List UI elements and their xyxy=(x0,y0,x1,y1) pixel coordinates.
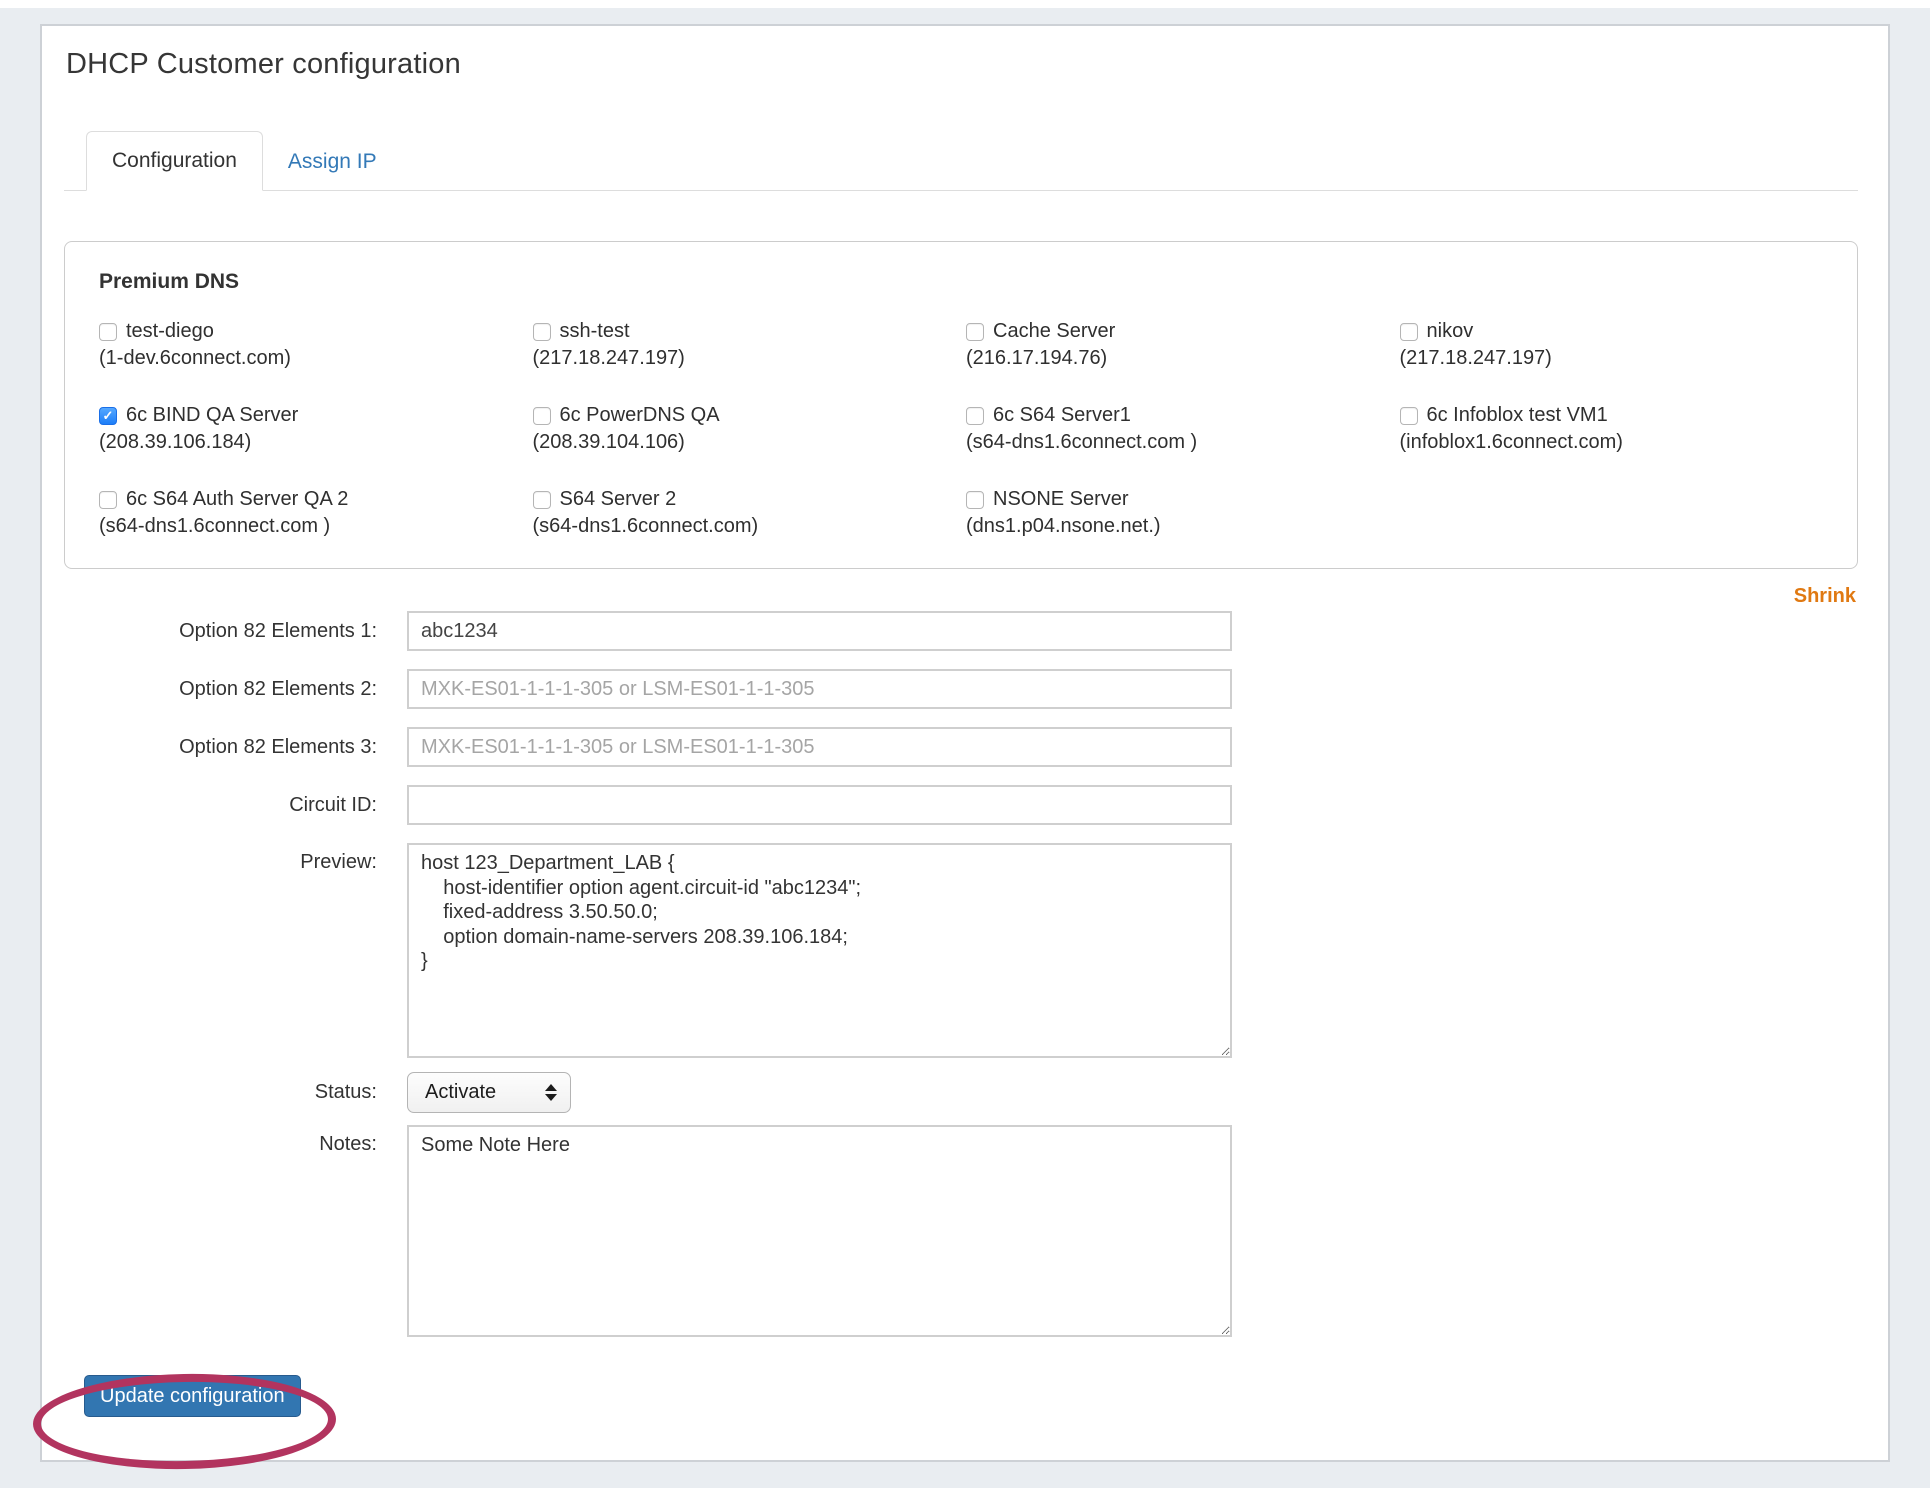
dns-server-option: 6c PowerDNS QA (208.39.104.106) xyxy=(533,404,957,454)
dns-server-name: 6c S64 Auth Server QA 2 xyxy=(126,488,348,511)
checkbox-unchecked-icon[interactable] xyxy=(1400,407,1418,425)
tab-configuration[interactable]: Configuration xyxy=(86,131,263,191)
premium-dns-heading: Premium DNS xyxy=(99,270,1823,294)
dns-server-name: ssh-test xyxy=(560,320,630,343)
dns-server-option: ✓ 6c BIND QA Server (208.39.106.184) xyxy=(99,404,523,454)
premium-dns-grid: test-diego (1-dev.6connect.com) ssh-test (2… xyxy=(99,320,1823,538)
dns-server-checkbox-row[interactable]: nikov xyxy=(1400,320,1824,343)
dns-server-option: NSONE Server (dns1.p04.nsone.net.) xyxy=(966,488,1390,538)
dns-server-option: S64 Server 2 (s64-dns1.6connect.com) xyxy=(533,488,957,538)
dns-server-name: nikov xyxy=(1427,320,1474,343)
dns-server-checkbox-row[interactable]: 6c S64 Auth Server QA 2 xyxy=(99,488,523,511)
notes-textarea[interactable]: Some Note Here xyxy=(407,1125,1232,1337)
checkbox-unchecked-icon[interactable] xyxy=(533,323,551,341)
dns-server-host: (infoblox1.6connect.com) xyxy=(1400,431,1824,454)
dns-server-checkbox-row[interactable]: 6c S64 Server1 xyxy=(966,404,1390,427)
option82-2-input[interactable] xyxy=(407,669,1232,709)
top-strip xyxy=(0,0,1930,8)
dns-server-option: 6c S64 Auth Server QA 2 (s64-dns1.6connec… xyxy=(99,488,523,538)
option82-3-input[interactable] xyxy=(407,727,1232,767)
dns-server-option: 6c S64 Server1 (s64-dns1.6connect.com ) xyxy=(966,404,1390,454)
dns-server-option: test-diego (1-dev.6connect.com) xyxy=(99,320,523,370)
form-row-preview: Preview: host 123_Department_LAB { host-… xyxy=(64,843,1858,1056)
status-select-value: Activate xyxy=(425,1081,496,1104)
checkbox-unchecked-icon[interactable] xyxy=(99,323,117,341)
tab-assign-ip[interactable]: Assign IP xyxy=(263,133,402,191)
preview-label: Preview: xyxy=(64,843,407,874)
option82-3-label: Option 82 Elements 3: xyxy=(64,736,407,759)
dns-server-checkbox-row[interactable]: S64 Server 2 xyxy=(533,488,957,511)
dns-server-option: 6c Infoblox test VM1 (infoblox1.6connect.… xyxy=(1400,404,1824,454)
configuration-form: Option 82 Elements 1: Option 82 Elements… xyxy=(64,611,1858,1337)
dns-server-name: 6c PowerDNS QA xyxy=(560,404,720,427)
option82-1-input[interactable] xyxy=(407,611,1232,651)
form-row-option82-1: Option 82 Elements 1: xyxy=(64,611,1858,651)
dns-server-host: (208.39.104.106) xyxy=(533,431,957,454)
status-select[interactable]: Activate xyxy=(407,1072,571,1113)
dhcp-config-panel: DHCP Customer configuration Configuratio… xyxy=(40,24,1890,1462)
form-row-option82-3: Option 82 Elements 3: xyxy=(64,727,1858,767)
checkbox-unchecked-icon[interactable] xyxy=(966,407,984,425)
update-configuration-button[interactable]: Update configuration xyxy=(84,1375,301,1417)
checkbox-unchecked-icon[interactable] xyxy=(533,491,551,509)
shrink-link[interactable]: Shrink xyxy=(1794,585,1856,607)
notes-label: Notes: xyxy=(64,1125,407,1156)
circuit-id-label: Circuit ID: xyxy=(64,794,407,817)
dns-server-host: (217.18.247.197) xyxy=(1400,347,1824,370)
dns-server-name: Cache Server xyxy=(993,320,1115,343)
dns-server-checkbox-row[interactable]: Cache Server xyxy=(966,320,1390,343)
dns-server-name: 6c BIND QA Server xyxy=(126,404,298,427)
preview-textarea[interactable]: host 123_Department_LAB { host-identifie… xyxy=(407,843,1232,1058)
dns-server-name: 6c Infoblox test VM1 xyxy=(1427,404,1608,427)
dns-server-checkbox-row[interactable]: ✓ 6c BIND QA Server xyxy=(99,404,523,427)
dns-server-host: (dns1.p04.nsone.net.) xyxy=(966,515,1390,538)
dns-server-host: (217.18.247.197) xyxy=(533,347,957,370)
status-label: Status: xyxy=(64,1081,407,1104)
checkbox-unchecked-icon[interactable] xyxy=(966,491,984,509)
page-title: DHCP Customer configuration xyxy=(66,48,1888,81)
checkbox-unchecked-icon[interactable] xyxy=(966,323,984,341)
premium-dns-section: Premium DNS test-diego (1-dev.6connect.co… xyxy=(64,241,1858,569)
dns-server-checkbox-row[interactable]: 6c PowerDNS QA xyxy=(533,404,957,427)
checkbox-unchecked-icon[interactable] xyxy=(533,407,551,425)
checkbox-unchecked-icon[interactable] xyxy=(1400,323,1418,341)
dns-server-name: NSONE Server xyxy=(993,488,1129,511)
option82-2-label: Option 82 Elements 2: xyxy=(64,678,407,701)
form-row-circuit-id: Circuit ID: xyxy=(64,785,1858,825)
dns-server-host: (s64-dns1.6connect.com ) xyxy=(966,431,1390,454)
dns-server-host: (1-dev.6connect.com) xyxy=(99,347,523,370)
dns-server-checkbox-row[interactable]: NSONE Server xyxy=(966,488,1390,511)
dns-server-checkbox-row[interactable]: ssh-test xyxy=(533,320,957,343)
dns-server-host: (216.17.194.76) xyxy=(966,347,1390,370)
tab-bar: Configuration Assign IP xyxy=(64,131,1858,191)
dns-server-host: (208.39.106.184) xyxy=(99,431,523,454)
dns-server-option: ssh-test (217.18.247.197) xyxy=(533,320,957,370)
checkbox-unchecked-icon[interactable] xyxy=(99,491,117,509)
form-row-notes: Notes: Some Note Here xyxy=(64,1125,1858,1337)
dns-server-checkbox-row[interactable]: 6c Infoblox test VM1 xyxy=(1400,404,1824,427)
dns-server-option: Cache Server (216.17.194.76) xyxy=(966,320,1390,370)
dns-server-option: nikov (217.18.247.197) xyxy=(1400,320,1824,370)
dns-server-name: test-diego xyxy=(126,320,214,343)
shrink-row: Shrink xyxy=(64,585,1856,608)
circuit-id-input[interactable] xyxy=(407,785,1232,825)
form-row-status: Status: Activate xyxy=(64,1072,1858,1113)
dns-server-checkbox-row[interactable]: test-diego xyxy=(99,320,523,343)
dns-server-name: S64 Server 2 xyxy=(560,488,677,511)
dns-server-name: 6c S64 Server1 xyxy=(993,404,1131,427)
dns-server-host: (s64-dns1.6connect.com) xyxy=(533,515,957,538)
dns-server-host: (s64-dns1.6connect.com ) xyxy=(99,515,523,538)
form-row-option82-2: Option 82 Elements 2: xyxy=(64,669,1858,709)
option82-1-label: Option 82 Elements 1: xyxy=(64,620,407,643)
select-stepper-icon xyxy=(545,1084,557,1101)
checkbox-checked-icon[interactable]: ✓ xyxy=(99,407,117,425)
